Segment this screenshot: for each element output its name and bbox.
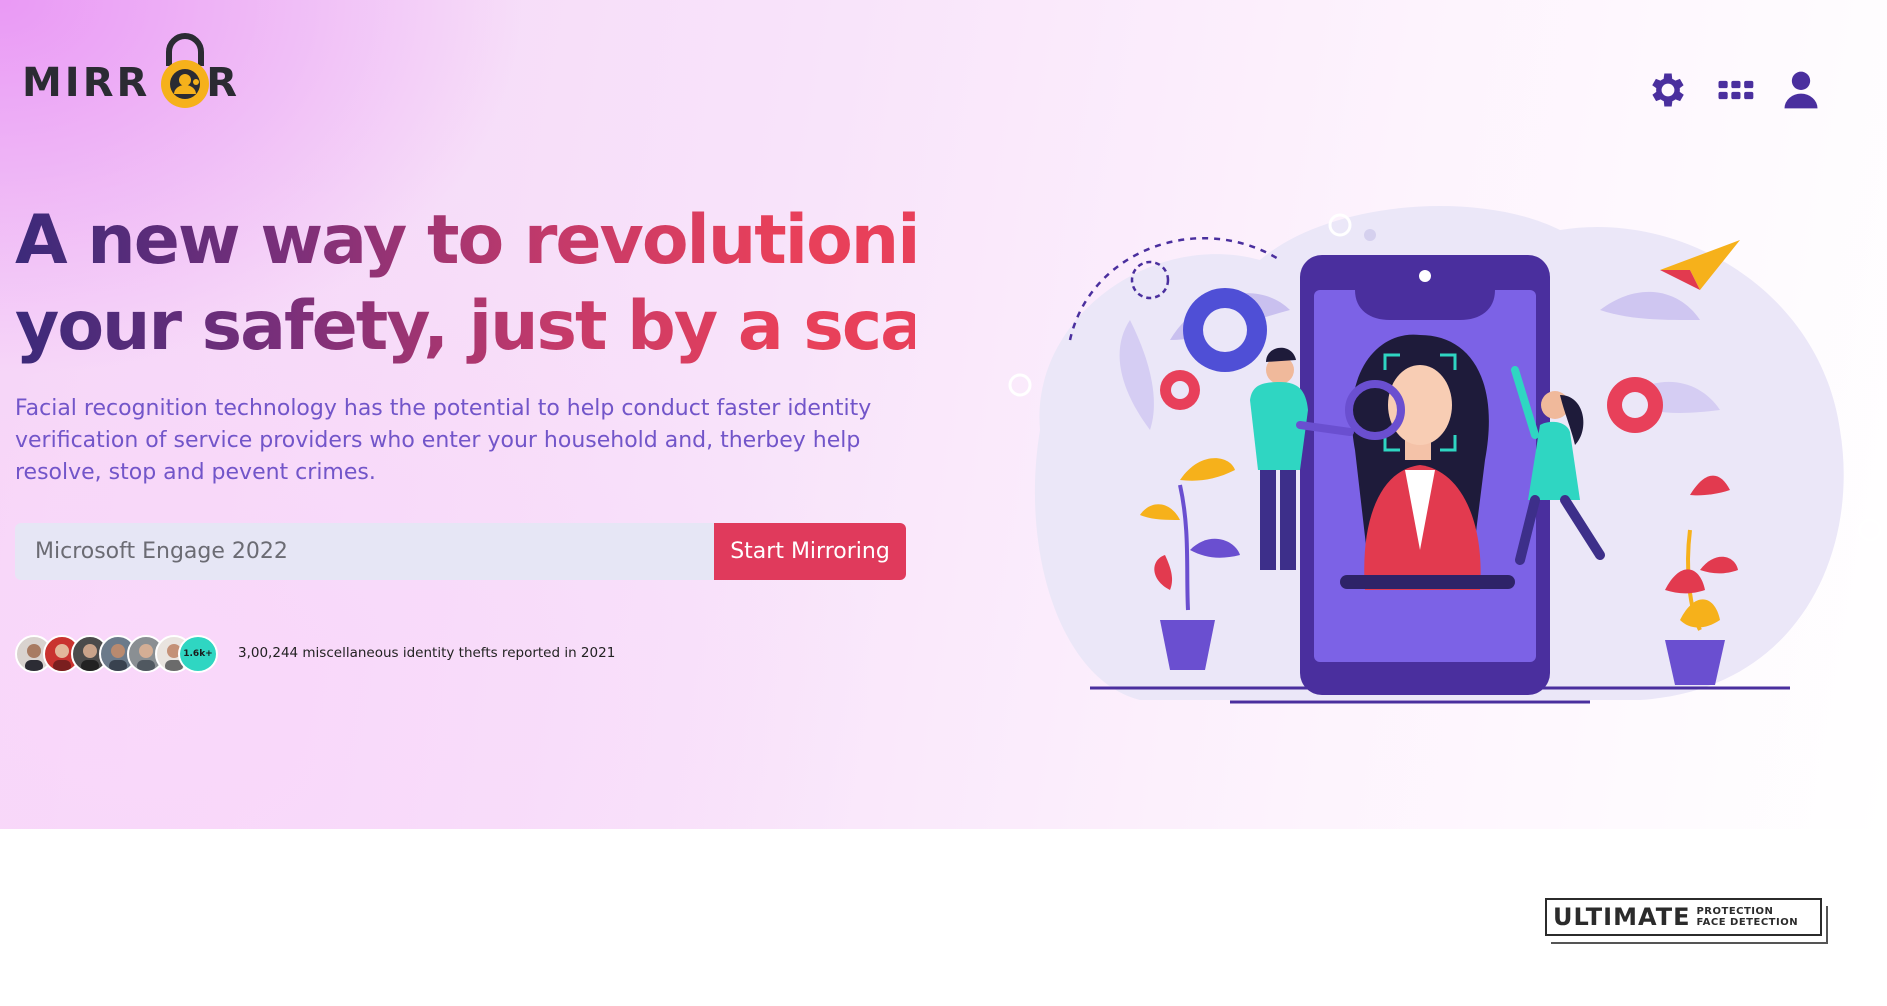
badge-sub-text: PROTECTION FACE DETECTION xyxy=(1696,906,1798,928)
badge-main-text: ULTIMATE xyxy=(1553,903,1691,931)
user-profile-icon[interactable] xyxy=(1779,68,1823,112)
ultimate-protection-badge: ULTIMATE PROTECTION FACE DETECTION xyxy=(1545,898,1830,946)
apps-grid-icon[interactable] xyxy=(1713,68,1757,112)
face-scan-illustration xyxy=(1000,170,1887,730)
identity-theft-stat: 3,00,244 miscellaneous identity thefts r… xyxy=(238,645,616,661)
search-input[interactable] xyxy=(15,523,714,580)
logo[interactable]: MIRR R xyxy=(22,30,262,112)
hero-headline: A new way to revolutionise your safety, … xyxy=(15,198,915,370)
badge-sub-line-1: PROTECTION xyxy=(1696,906,1774,917)
avatar-group: 1.6k+ xyxy=(15,635,225,675)
settings-gear-icon[interactable] xyxy=(1646,68,1690,112)
headline-line-2: your safety, just by a scan xyxy=(15,287,971,366)
headline-line-1: A new way to revolutionise xyxy=(15,201,1002,280)
hero-description: Facial recognition technology has the po… xyxy=(15,396,872,485)
hero-section: MIRR R A new way to revolutionise your s… xyxy=(0,0,1887,829)
avatar-count-badge: 1.6k+ xyxy=(178,635,218,673)
padlock-icon xyxy=(155,30,215,112)
logo-text-left: MIRR xyxy=(22,60,151,106)
start-mirroring-button[interactable]: Start Mirroring xyxy=(714,523,906,580)
badge-box: ULTIMATE PROTECTION FACE DETECTION xyxy=(1545,898,1822,936)
badge-sub-line-2: FACE DETECTION xyxy=(1696,917,1799,928)
